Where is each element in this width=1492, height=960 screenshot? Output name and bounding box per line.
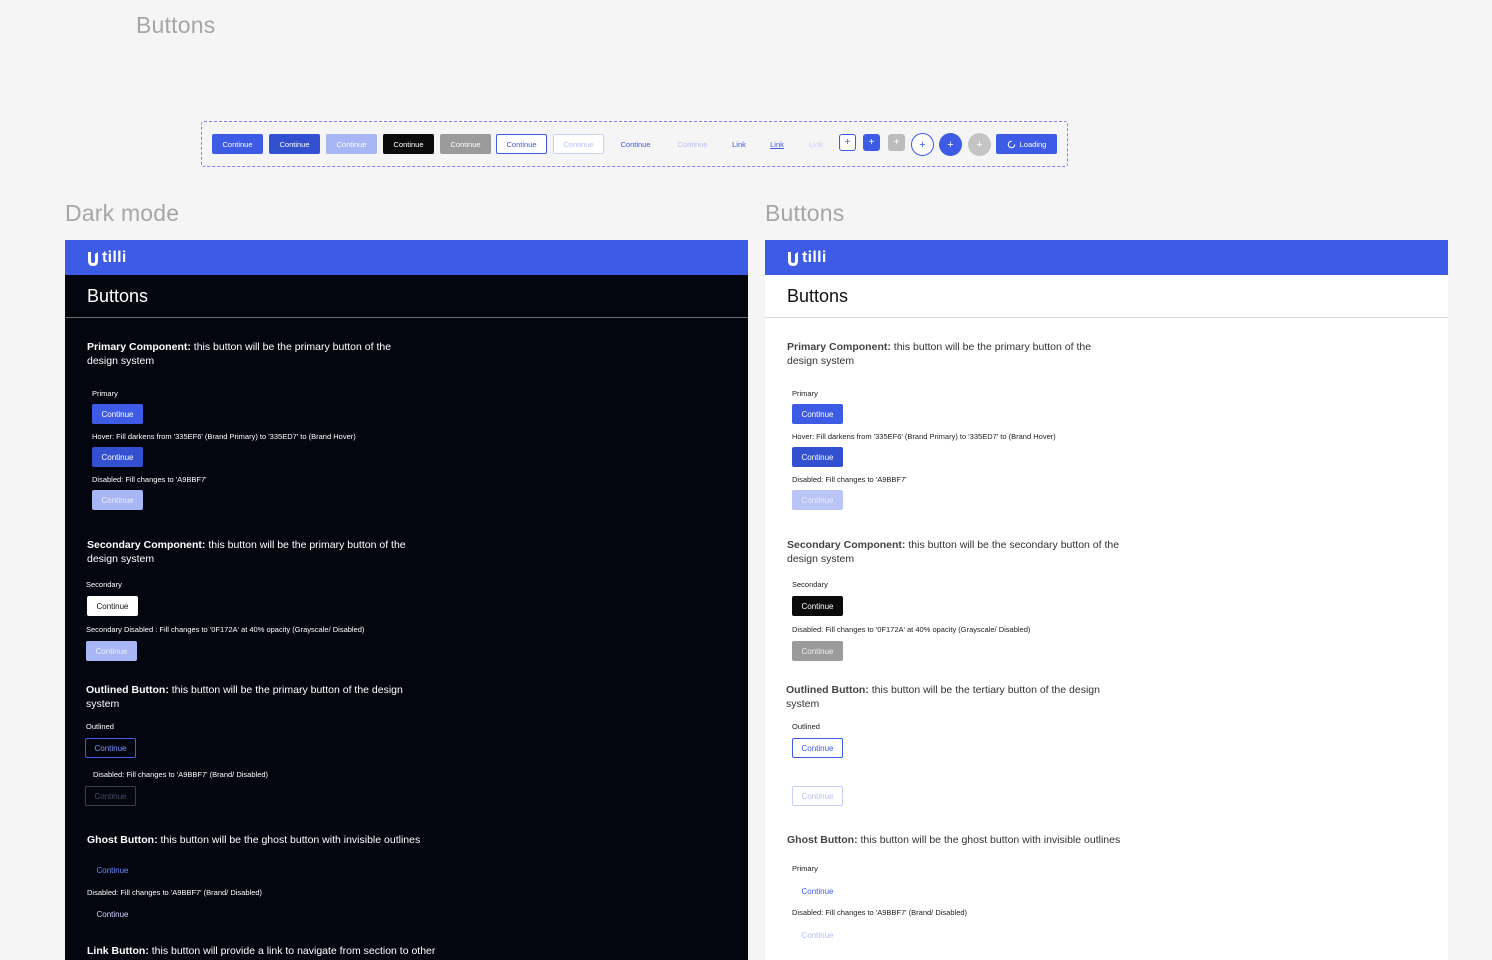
outlined-disabled-button: Continue [553, 134, 604, 154]
brand-bar: tilli [765, 240, 1448, 275]
primary-description: Primary Component: this button will be t… [787, 341, 1092, 367]
light-mode-heading: Buttons [765, 200, 845, 226]
panel-title: Buttons [765, 275, 1448, 318]
primary-hover-note: Hover: Fill darkens from '335EF6' (Brand… [92, 432, 356, 441]
primary-label: Primary [792, 389, 818, 398]
secondary-button[interactable]: Continue [383, 134, 434, 154]
primary-disabled-button: Continue [92, 490, 143, 510]
outlined-button[interactable]: Continue [496, 134, 547, 154]
secondary-button[interactable]: Continue [87, 596, 138, 616]
outlined-label: Outlined [86, 722, 114, 731]
ghost-button[interactable]: Continue [87, 860, 138, 880]
primary-disabled-button: Continue [792, 490, 843, 510]
secondary-disabled-button: Continue [792, 641, 843, 661]
primary-description: Primary Component: this button will be t… [87, 341, 392, 367]
outlined-description: Outlined Button: this button will be the… [86, 684, 403, 710]
ghost-disabled-button: Continue [677, 139, 708, 149]
primary-hover-button[interactable]: Continue [792, 447, 843, 467]
primary-label: Primary [92, 389, 118, 398]
outlined-description: Outlined Button: this button will be the… [786, 684, 1100, 710]
ghost-label: Primary [792, 864, 818, 873]
primary-disabled-button: Continue [326, 134, 377, 154]
light-mode-panel: tilli Buttons Primary Component: this bu… [765, 240, 1448, 960]
secondary-label: Secondary [86, 580, 122, 589]
secondary-disabled-note: Secondary Disabled : Fill changes to '0F… [86, 625, 365, 634]
ghost-description: Ghost Button: this button will be the gh… [87, 834, 421, 846]
ghost-button[interactable]: Continue [610, 134, 661, 154]
ghost-description: Ghost Button: this button will be the gh… [787, 834, 1121, 846]
outlined-disabled-button: Continue [85, 786, 136, 806]
secondary-label: Secondary [792, 580, 828, 589]
secondary-button[interactable]: Continue [792, 596, 843, 616]
dark-mode-panel: tilli Buttons Primary Component: this bu… [65, 240, 748, 960]
outlined-disabled-note: Disabled: Fill changes to 'A9BBF7' (Bran… [93, 770, 269, 779]
primary-button[interactable]: Continue [212, 134, 263, 154]
link-description: Link Button: this button will provide a … [87, 945, 436, 957]
button-variants-strip: Continue Continue Continue Continue Cont… [201, 121, 1068, 167]
secondary-disabled-note: Disabled: Fill changes to '0F172A' at 40… [792, 625, 1031, 634]
tilli-logo: tilli [85, 249, 127, 267]
primary-hover-button[interactable]: Continue [269, 134, 320, 154]
spinner-icon [1007, 140, 1015, 148]
outlined-disabled-button: Continue [792, 786, 843, 806]
brand-bar: tilli [65, 240, 748, 275]
loading-label: Loading [1019, 139, 1047, 149]
ghost-button[interactable]: Continue [792, 881, 843, 901]
secondary-disabled-button: Continue [440, 134, 491, 154]
plus-icon-circle-disabled: + [968, 133, 991, 156]
plus-icon-disabled-button: + [888, 134, 905, 151]
ghost-disabled-button: Continue [96, 909, 129, 919]
brand-name: tilli [802, 248, 827, 266]
primary-disabled-note: Disabled: Fill changes to 'A9BBF7' [92, 475, 207, 484]
secondary-description: Secondary Component: this button will be… [787, 539, 1120, 565]
primary-disabled-note: Disabled: Fill changes to 'A9BBF7' [792, 475, 907, 484]
page-title: Buttons [136, 12, 216, 38]
outlined-label: Outlined [792, 722, 820, 731]
tilli-logo: tilli [785, 249, 827, 267]
loading-button[interactable]: Loading [996, 134, 1057, 154]
secondary-disabled-button: Continue [86, 641, 137, 661]
ghost-disabled-note: Disabled: Fill changes to 'A9BBF7' (Bran… [792, 908, 968, 917]
dark-mode-heading: Dark mode [65, 200, 180, 226]
link-button[interactable]: Link [724, 134, 754, 154]
plus-icon-filled-button[interactable]: + [863, 134, 880, 151]
outlined-button[interactable]: Continue [792, 738, 843, 758]
brand-name: tilli [102, 248, 127, 266]
primary-hover-button[interactable]: Continue [92, 447, 143, 467]
primary-hover-note: Hover: Fill darkens from '335EF6' (Brand… [792, 432, 1056, 441]
outlined-button[interactable]: Continue [85, 738, 136, 758]
plus-icon-circle-outlined[interactable]: + [911, 133, 934, 156]
ghost-disabled-note: Disabled: Fill changes to 'A9BBF7' (Bran… [87, 888, 263, 897]
plus-icon-outlined-button[interactable]: + [839, 134, 856, 151]
secondary-description: Secondary Component: this button will be… [87, 539, 406, 565]
link-disabled-button: Link [809, 139, 823, 149]
panel-title: Buttons [65, 275, 748, 318]
primary-button[interactable]: Continue [92, 404, 143, 424]
primary-button[interactable]: Continue [792, 404, 843, 424]
tilli-mark-icon [788, 251, 798, 266]
link-hover-button[interactable]: Link [762, 134, 792, 154]
tilli-mark-icon [88, 251, 98, 266]
plus-icon-circle-filled[interactable]: + [939, 133, 962, 156]
ghost-disabled-button: Continue [801, 930, 834, 940]
